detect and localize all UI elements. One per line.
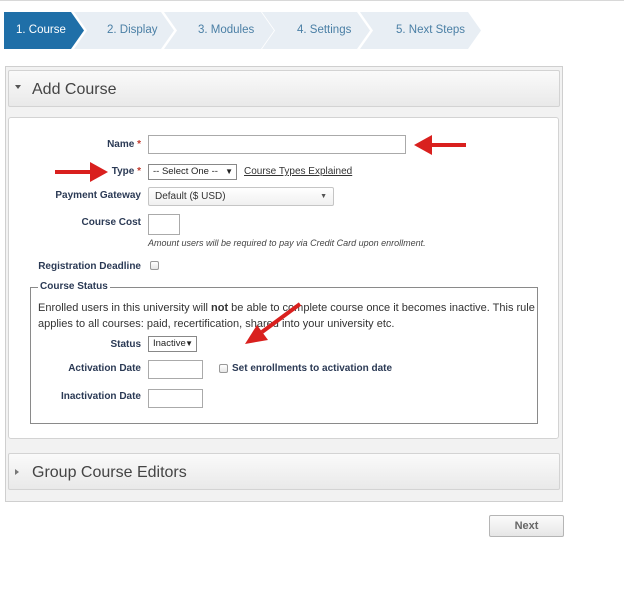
annotation-arrow-icon	[414, 135, 466, 155]
annotation-arrow-icon	[55, 162, 108, 182]
annotation-arrow-icon	[245, 302, 302, 344]
annotation-arrows	[55, 135, 466, 344]
